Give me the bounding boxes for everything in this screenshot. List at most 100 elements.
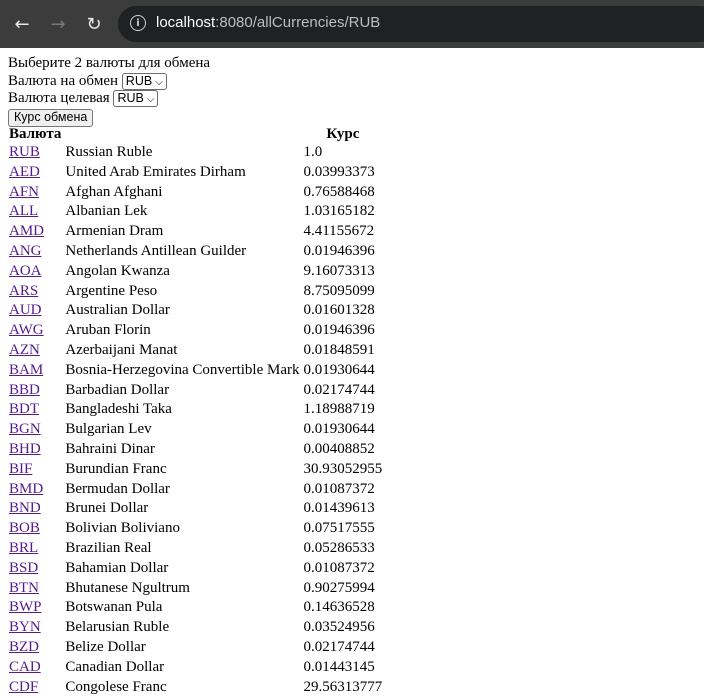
currency-table: Валюта Курс RUB Russian Ruble 1.0 AED United… xyxy=(6,125,385,698)
table-row: AZN Azerbaijani Manat 0.01848591 xyxy=(8,342,383,360)
currency-code-cell: AUD xyxy=(8,302,62,320)
from-currency-value: RUB xyxy=(125,73,153,88)
currency-rows: RUB Russian Ruble 1.0 AED United Arab Emirat… xyxy=(8,144,383,696)
currency-code-cell: RUB xyxy=(8,144,62,162)
currency-rate: 29.56313777 xyxy=(303,678,383,695)
currency-code-link[interactable]: BZD xyxy=(9,639,39,655)
header-empty xyxy=(64,127,300,142)
table-row: BIF Burundian Franc 30.93052955 xyxy=(8,461,383,479)
currency-code-link[interactable]: BMD xyxy=(9,481,43,497)
currency-code-link[interactable]: CAD xyxy=(9,659,41,675)
currency-rate: 8.75095099 xyxy=(303,282,375,299)
site-info-icon[interactable]: i xyxy=(130,15,146,31)
currency-code-cell: CAD xyxy=(8,659,62,677)
currency-rate: 0.05286533 xyxy=(303,539,375,556)
currency-code-link[interactable]: BND xyxy=(9,500,41,516)
currency-code-link[interactable]: RUB xyxy=(9,144,40,160)
currency-code-cell: BSD xyxy=(8,560,62,578)
currency-name: Azerbaijani Manat xyxy=(65,341,178,358)
from-currency-select[interactable]: RUB ⌵ xyxy=(121,72,167,90)
currency-code-link[interactable]: BOB xyxy=(9,520,40,536)
currency-code-link[interactable]: BIF xyxy=(9,461,32,477)
table-row: CAD Canadian Dollar 0.01443145 xyxy=(8,659,383,677)
currency-code-link[interactable]: BRL xyxy=(9,540,38,556)
currency-name: Netherlands Antillean Guilder xyxy=(65,242,247,259)
currency-code-cell: BZD xyxy=(8,639,62,657)
back-icon[interactable]: ← xyxy=(8,10,36,38)
currency-name: Bulgarian Lev xyxy=(65,421,152,438)
currency-name: Bahraini Dinar xyxy=(65,440,155,457)
currency-code-link[interactable]: BBD xyxy=(9,382,40,398)
table-row: ARS Argentine Peso 8.75095099 xyxy=(8,283,383,301)
currency-code-cell: BBD xyxy=(8,382,62,400)
address-bar[interactable]: i localhost:8080/allCurrencies/RUB xyxy=(118,6,704,42)
currency-code-link[interactable]: ANG xyxy=(9,243,42,259)
currency-code-link[interactable]: BWP xyxy=(9,599,42,615)
currency-name: Bhutanese Ngultrum xyxy=(65,579,190,596)
currency-code-cell: AOA xyxy=(8,263,62,281)
table-row: BOB Bolivian Boliviano 0.07517555 xyxy=(8,520,383,538)
currency-rate: 1.18988719 xyxy=(303,401,375,418)
reload-icon[interactable]: ↻ xyxy=(80,10,108,38)
currency-code-link[interactable]: ARS xyxy=(9,283,38,299)
form-heading: Выберите 2 валюты для обмена xyxy=(8,55,211,71)
currency-code-cell: BRL xyxy=(8,540,62,558)
table-row: RUB Russian Ruble 1.0 xyxy=(8,144,383,162)
currency-code-link[interactable]: BGN xyxy=(9,421,41,437)
currency-rate: 0.01946396 xyxy=(303,322,375,339)
table-row: ANG Netherlands Antillean Guilder 0.019463… xyxy=(8,243,383,261)
table-row: AOA Angolan Kwanza 9.16073313 xyxy=(8,263,383,281)
currency-rate: 0.03524956 xyxy=(303,619,375,636)
currency-code-link[interactable]: AED xyxy=(9,164,40,180)
currency-name: Bahamian Dollar xyxy=(65,559,169,576)
currency-rate: 0.01443145 xyxy=(303,658,375,675)
currency-code-link[interactable]: AWG xyxy=(9,322,44,338)
currency-rate: 0.02174744 xyxy=(303,638,375,655)
table-row: AWG Aruban Florin 0.01946396 xyxy=(8,322,383,340)
currency-code-link[interactable]: AOA xyxy=(9,263,42,279)
currency-rate: 0.01601328 xyxy=(303,302,375,319)
currency-name: Belize Dollar xyxy=(65,638,146,655)
currency-rate: 0.01439613 xyxy=(303,500,375,517)
currency-code-link[interactable]: BTN xyxy=(9,580,39,596)
currency-rate: 0.02174744 xyxy=(303,381,375,398)
currency-code-cell: BGN xyxy=(8,421,62,439)
currency-code-cell: BOB xyxy=(8,520,62,538)
currency-code-link[interactable]: BHD xyxy=(9,441,41,457)
currency-code-cell: CDF xyxy=(8,679,62,697)
currency-code-link[interactable]: AFN xyxy=(9,184,39,200)
page-content: Выберите 2 валюты для обмена Валюта на о… xyxy=(8,55,385,698)
currency-code-link[interactable]: BDT xyxy=(9,401,39,417)
currency-code-cell: BYN xyxy=(8,619,62,637)
url-path: :8080/allCurrencies/RUB xyxy=(215,14,381,31)
currency-code-link[interactable]: CDF xyxy=(9,679,38,695)
currency-code-link[interactable]: AZN xyxy=(9,342,40,358)
currency-code-cell: BTN xyxy=(8,580,62,598)
url-host: localhost xyxy=(156,14,216,31)
currency-name: Afghan Afghani xyxy=(65,183,163,200)
currency-rate: 0.01930644 xyxy=(303,421,375,438)
table-row: BZD Belize Dollar 0.02174744 xyxy=(8,639,383,657)
currency-code-link[interactable]: AMD xyxy=(9,223,44,239)
currency-name: Australian Dollar xyxy=(65,302,170,319)
url-text[interactable]: localhost:8080/allCurrencies/RUB xyxy=(156,14,380,31)
forward-icon[interactable]: → xyxy=(44,10,72,38)
currency-code-link[interactable]: AUD xyxy=(9,302,42,318)
currency-code-link[interactable]: BAM xyxy=(9,362,43,378)
currency-code-link[interactable]: BSD xyxy=(9,560,38,576)
exchange-rate-button[interactable]: Курс обмена xyxy=(8,108,94,127)
to-currency-select[interactable]: RUB ⌵ xyxy=(113,90,159,108)
currency-rate: 0.90275994 xyxy=(303,579,375,596)
currency-rate: 0.01930644 xyxy=(303,361,375,378)
currency-code-cell: BDT xyxy=(8,401,62,419)
chevron-down-icon: ⌵ xyxy=(146,94,155,106)
table-row: BMD Bermudan Dollar 0.01087372 xyxy=(8,481,383,499)
table-row: BBD Barbadian Dollar 0.02174744 xyxy=(8,382,383,400)
table-row: BGN Bulgarian Lev 0.01930644 xyxy=(8,421,383,439)
currency-code-cell: AWG xyxy=(8,322,62,340)
currency-code-link[interactable]: BYN xyxy=(9,619,41,635)
currency-rate: 30.93052955 xyxy=(303,460,383,477)
currency-code-cell: BAM xyxy=(8,362,62,380)
currency-code-link[interactable]: ALL xyxy=(9,203,38,219)
currency-code-cell: AZN xyxy=(8,342,62,360)
